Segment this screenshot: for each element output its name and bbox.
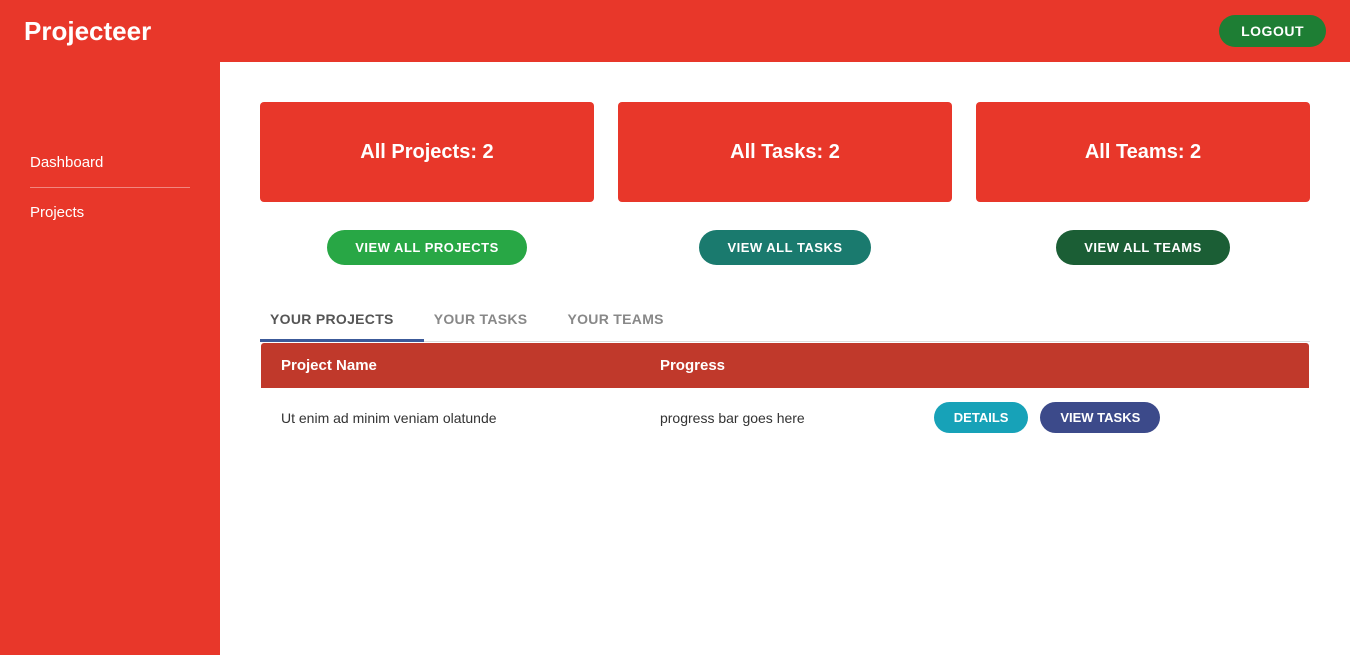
project-name-cell: Ut enim ad minim veniam olatunde	[261, 388, 640, 448]
tab-your-projects[interactable]: YOUR PROJECTS	[260, 301, 424, 342]
logout-button[interactable]: LOGOUT	[1219, 15, 1326, 47]
all-tasks-label: All Tasks: 2	[730, 141, 840, 164]
projects-table: Project Name Progress Ut enim ad minim v…	[260, 342, 1310, 448]
content-area: All Projects: 2 All Tasks: 2 All Teams: …	[220, 62, 1350, 655]
tab-your-teams[interactable]: YOUR TEAMS	[557, 301, 693, 342]
sidebar-item-dashboard[interactable]: Dashboard	[0, 142, 220, 183]
table-row: Ut enim ad minim veniam olatunde progres…	[261, 388, 1310, 448]
col-actions	[914, 343, 1310, 389]
sidebar-item-projects[interactable]: Projects	[0, 192, 220, 233]
view-all-teams-button[interactable]: VIEW ALL TEAMS	[1056, 230, 1230, 265]
all-teams-label: All Teams: 2	[1085, 141, 1201, 164]
view-buttons-row: VIEW ALL PROJECTS VIEW ALL TASKS VIEW AL…	[260, 230, 1310, 265]
main-layout: Dashboard Projects All Projects: 2 All T…	[0, 62, 1350, 655]
view-all-projects-wrapper: VIEW ALL PROJECTS	[260, 230, 594, 265]
table-header-row: Project Name Progress	[261, 343, 1310, 389]
all-tasks-card: All Tasks: 2	[618, 102, 952, 202]
summary-cards: All Projects: 2 All Tasks: 2 All Teams: …	[260, 102, 1310, 202]
view-tasks-button[interactable]: VIEW TASKS	[1040, 402, 1160, 433]
view-all-teams-wrapper: VIEW ALL TEAMS	[976, 230, 1310, 265]
view-all-tasks-wrapper: VIEW ALL TASKS	[618, 230, 952, 265]
sidebar: Dashboard Projects	[0, 62, 220, 655]
col-project-name: Project Name	[261, 343, 640, 389]
col-progress: Progress	[640, 343, 914, 389]
header: Projecteer LOGOUT	[0, 0, 1350, 62]
view-all-projects-button[interactable]: VIEW ALL PROJECTS	[327, 230, 527, 265]
all-teams-card: All Teams: 2	[976, 102, 1310, 202]
app-title: Projecteer	[24, 16, 151, 47]
tab-your-tasks[interactable]: YOUR TASKS	[424, 301, 558, 342]
details-button[interactable]: DETAILS	[934, 402, 1029, 433]
progress-cell: progress bar goes here	[640, 388, 914, 448]
actions-cell: DETAILS VIEW TASKS	[914, 388, 1310, 448]
all-projects-label: All Projects: 2	[360, 141, 493, 164]
sidebar-divider	[30, 187, 190, 188]
all-projects-card: All Projects: 2	[260, 102, 594, 202]
view-all-tasks-button[interactable]: VIEW ALL TASKS	[699, 230, 870, 265]
tabs: YOUR PROJECTS YOUR TASKS YOUR TEAMS	[260, 301, 1310, 342]
